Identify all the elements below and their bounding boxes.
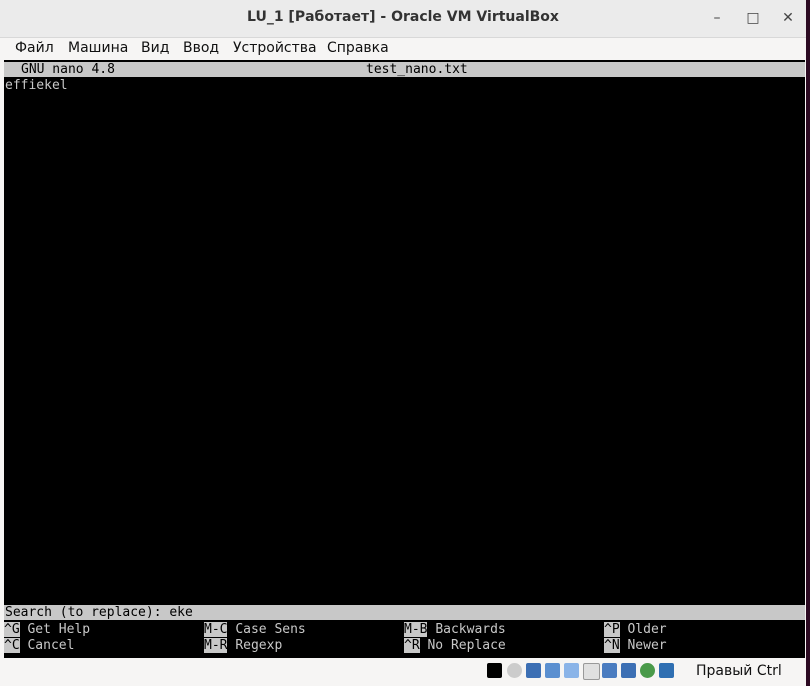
virtualization-icon[interactable] — [640, 663, 655, 678]
host-key-label: Правый Ctrl — [696, 663, 782, 679]
vm-screen[interactable]: GNU nano 4.8 test_nano.txt effiekel Sear… — [4, 60, 805, 658]
file-content-line: effiekel — [5, 78, 68, 93]
menu-file[interactable]: Файл — [15, 40, 54, 56]
virtualbox-window: LU_1 [Работает] - Oracle VM VirtualBox –… — [0, 0, 806, 686]
network-icon[interactable] — [545, 663, 560, 678]
search-prompt-bar[interactable]: Search (to replace): eke — [4, 605, 805, 620]
nano-filename: test_nano.txt — [366, 62, 468, 77]
title-bar[interactable]: LU_1 [Работает] - Oracle VM VirtualBox –… — [0, 0, 806, 38]
close-icon[interactable]: ✕ — [779, 9, 797, 27]
menu-input[interactable]: Ввод — [183, 40, 219, 56]
optical-drive-icon[interactable] — [507, 663, 522, 678]
nano-header-bar: GNU nano 4.8 test_nano.txt — [4, 62, 805, 77]
menu-help[interactable]: Справка — [327, 40, 389, 56]
shortcut-newer: ^N Newer — [604, 638, 667, 653]
window-title: LU_1 [Работает] - Oracle VM VirtualBox — [247, 9, 559, 25]
shared-folders-icon[interactable] — [583, 663, 600, 680]
menu-bar: Файл Машина Вид Ввод Устройства Справка — [0, 38, 806, 60]
menu-devices[interactable]: Устройства — [233, 40, 317, 56]
display-icon[interactable] — [602, 663, 617, 678]
shortcut-regexp: M-R Regexp — [204, 638, 283, 653]
search-prompt[interactable]: Search (to replace): eke — [5, 605, 193, 620]
menu-view[interactable]: Вид — [141, 40, 169, 56]
nano-version: GNU nano 4.8 — [21, 62, 115, 77]
status-bar: Правый Ctrl — [4, 659, 805, 686]
shortcut-no-replace: ^R No Replace — [404, 638, 506, 653]
shortcut-cancel: ^C Cancel — [4, 638, 75, 653]
recording-icon[interactable] — [487, 663, 502, 678]
shortcut-case-sens: M-C Case Sens — [204, 622, 306, 637]
shortcut-older: ^P Older — [604, 622, 667, 637]
mouse-integration-icon[interactable] — [659, 663, 674, 678]
shortcut-get-help: ^G Get Help — [4, 622, 91, 637]
usb-icon[interactable] — [564, 663, 579, 678]
video-capture-icon[interactable] — [621, 663, 636, 678]
audio-icon[interactable] — [526, 663, 541, 678]
maximize-icon[interactable]: □ — [744, 9, 762, 27]
minimize-icon[interactable]: – — [708, 9, 726, 27]
menu-machine[interactable]: Машина — [68, 40, 128, 56]
shortcut-backwards: M-B Backwards — [404, 622, 506, 637]
